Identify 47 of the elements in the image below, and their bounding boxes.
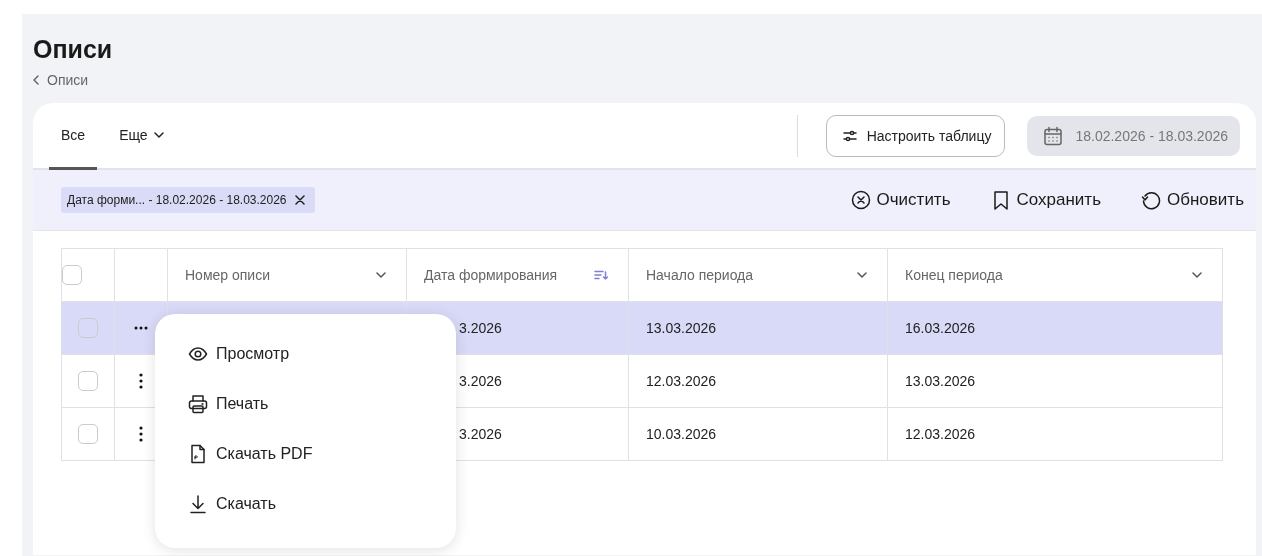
row-menu-button[interactable] — [137, 371, 145, 391]
configure-table-button[interactable]: Настроить таблицу — [825, 114, 1006, 157]
eye-icon — [188, 344, 208, 364]
chevron-down-icon — [376, 272, 386, 278]
menu-item[interactable]: Печать — [155, 379, 302, 429]
chevron-down-icon — [153, 132, 164, 138]
date-range-field[interactable]: 18.02.2026 - 18.03.2026 — [1027, 115, 1240, 156]
tab[interactable]: Еще — [107, 103, 176, 170]
row-menu-button[interactable] — [132, 324, 150, 332]
menu-item[interactable]: Скачать PDF — [155, 429, 346, 479]
clear-button[interactable]: Очистить — [850, 190, 951, 210]
filter-chip[interactable]: Дата форми... - 18.02.2026 - 18.03.2026 — [61, 187, 315, 213]
chevron-left-icon — [33, 75, 39, 85]
close-icon — [294, 195, 305, 205]
table-cell: 10.03.2026 — [646, 426, 717, 442]
table-cell: 16.03.2026 — [905, 320, 976, 336]
more-horizontal-icon — [134, 326, 148, 330]
calendar-icon — [1043, 125, 1064, 146]
breadcrumb-link[interactable]: Описи — [33, 72, 89, 88]
sliders-icon — [842, 129, 857, 142]
save-button[interactable]: Сохранить — [990, 190, 1101, 210]
table-cell: 3.2026 — [459, 320, 502, 336]
page-title: Описи — [33, 34, 113, 64]
refresh-button[interactable]: Обновить — [1141, 190, 1244, 210]
table-cell: 12.03.2026 — [646, 373, 717, 389]
chevron-down-icon — [857, 272, 867, 278]
checkbox[interactable] — [62, 265, 82, 285]
more-vertical-icon — [139, 373, 143, 389]
download-icon — [188, 494, 208, 514]
refresh-icon — [1141, 190, 1161, 210]
checkbox[interactable] — [78, 371, 98, 391]
menu-item[interactable]: Скачать — [155, 479, 309, 529]
checkbox[interactable] — [78, 424, 98, 444]
table-cell: 3.2026 — [459, 373, 502, 389]
table-cell: 13.03.2026 — [905, 373, 976, 389]
pdf-file-icon — [188, 444, 208, 464]
table-cell: 12.03.2026 — [905, 426, 976, 442]
checkbox[interactable] — [78, 318, 98, 338]
chevron-down-icon — [1192, 272, 1202, 278]
table-cell: 13.03.2026 — [646, 320, 717, 336]
printer-icon — [188, 394, 208, 414]
table-cell: 3.2026 — [459, 426, 502, 442]
row-menu-button[interactable] — [137, 424, 145, 444]
sort-icon — [594, 270, 608, 280]
clear-icon — [850, 190, 871, 210]
more-vertical-icon — [139, 426, 143, 442]
menu-item[interactable]: Просмотр — [155, 329, 323, 379]
